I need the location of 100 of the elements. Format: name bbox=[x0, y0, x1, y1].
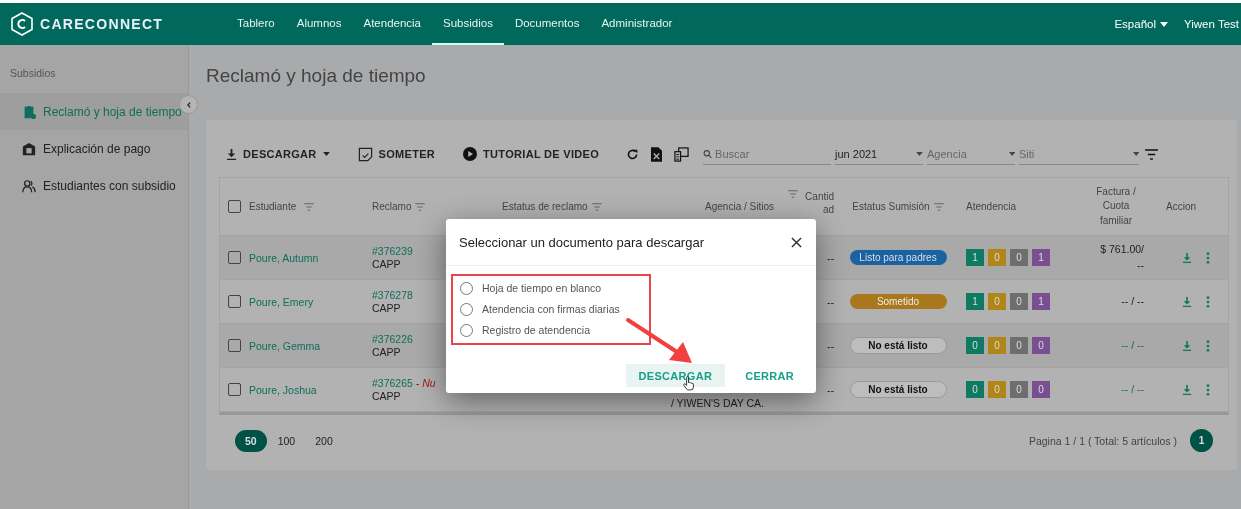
select-all-checkbox[interactable] bbox=[228, 200, 241, 213]
caret-icon bbox=[916, 151, 924, 156]
download-icon[interactable] bbox=[1182, 340, 1192, 351]
page-size-option[interactable]: 200 bbox=[306, 429, 342, 452]
caret-icon bbox=[1008, 151, 1016, 156]
nav-tab[interactable]: Alumnos bbox=[285, 3, 353, 45]
more-icon[interactable] bbox=[1206, 251, 1210, 264]
play-icon bbox=[463, 147, 478, 161]
attendance-count: 0 bbox=[966, 337, 984, 354]
search-field[interactable]: Buscar bbox=[715, 147, 832, 160]
more-icon[interactable] bbox=[1206, 295, 1210, 308]
caret-icon bbox=[1132, 151, 1140, 156]
invoice-text: -- / -- bbox=[1121, 337, 1144, 353]
language-menu[interactable]: Español bbox=[1114, 18, 1168, 30]
attendance-count: 0 bbox=[988, 337, 1006, 354]
chevron-left-icon bbox=[184, 100, 193, 109]
claim-note: - Nu bbox=[414, 376, 436, 389]
nav-tab[interactable]: Documentos bbox=[503, 3, 591, 45]
clipboard-icon bbox=[22, 104, 36, 119]
column-header: Estudiante bbox=[249, 201, 297, 212]
refresh-icon[interactable] bbox=[626, 147, 640, 161]
brand-name: CARECONNECT bbox=[40, 16, 164, 32]
filter-icon[interactable] bbox=[1145, 148, 1159, 160]
column-header: Factura / Cuota familiar bbox=[1095, 184, 1137, 228]
amount-text: -- bbox=[827, 339, 834, 352]
column-header: Cantidad bbox=[804, 190, 834, 216]
row-checkbox[interactable] bbox=[228, 295, 241, 308]
column-header: Reclamo bbox=[372, 201, 412, 212]
attendance-count: 0 bbox=[1010, 381, 1028, 398]
radio-option[interactable]: Hoja de tiempo en blanco bbox=[460, 279, 649, 297]
toolbar-button[interactable]: TUTORIAL DE VIDEO bbox=[456, 147, 607, 161]
status-badge: No está listo bbox=[849, 381, 947, 398]
nav-tab[interactable]: Atendencia bbox=[352, 3, 432, 45]
attendance-count: 0 bbox=[966, 381, 984, 398]
logo-icon bbox=[10, 12, 34, 36]
attendance-count: 1 bbox=[966, 293, 984, 310]
site-select[interactable]: Siti bbox=[1019, 147, 1130, 160]
building-icon bbox=[22, 141, 36, 156]
invoice-text: -- / -- bbox=[1121, 293, 1144, 309]
radio-option[interactable]: Atendencia con firmas diarias bbox=[460, 300, 649, 318]
user-menu[interactable]: Yiwen Test bbox=[1184, 18, 1239, 30]
sidebar-heading: Subsidios bbox=[9, 67, 57, 81]
download-icon[interactable] bbox=[1182, 296, 1192, 307]
amount-text: -- bbox=[827, 251, 834, 264]
attendance-count: 0 bbox=[1010, 293, 1028, 310]
people-icon bbox=[22, 178, 36, 193]
nav-tab[interactable]: Administrador bbox=[590, 3, 684, 45]
invoice-text: $ 761.00/ -- bbox=[1100, 242, 1144, 273]
row-checkbox[interactable] bbox=[228, 383, 241, 396]
dialog-title: Seleccionar un documento para descargar bbox=[459, 234, 704, 250]
sidebar-item[interactable]: Explicación de pago bbox=[0, 130, 188, 167]
page-title: Reclamó y hoja de tiempo bbox=[206, 65, 427, 87]
attendance-count: 0 bbox=[988, 293, 1006, 310]
column-header: Atendencia bbox=[966, 201, 1017, 212]
attendance-count: 0 bbox=[1032, 337, 1050, 354]
page-button[interactable]: 1 bbox=[1190, 429, 1213, 452]
agency-text: / YIWEN'S DAY CA. bbox=[670, 397, 764, 411]
attendance-count: 0 bbox=[988, 381, 1006, 398]
amount-text: -- bbox=[827, 383, 834, 396]
program-text: CAPP bbox=[372, 257, 401, 271]
column-header: Estatus Sumisión bbox=[852, 201, 930, 212]
download-icon[interactable] bbox=[1182, 384, 1192, 395]
download-icon[interactable] bbox=[1182, 252, 1192, 263]
invoice-text: -- / -- bbox=[1121, 381, 1144, 397]
page-size-option[interactable]: 100 bbox=[268, 429, 305, 452]
sidebar-item[interactable]: Estudiantes con subsidio bbox=[0, 167, 188, 204]
download-icon bbox=[226, 148, 237, 160]
excel-icon[interactable] bbox=[651, 146, 663, 162]
program-text: CAPP bbox=[372, 345, 401, 359]
attendance-count: 1 bbox=[1032, 249, 1050, 266]
signed-note-icon bbox=[357, 146, 373, 162]
attendance-count: 0 bbox=[1010, 249, 1028, 266]
more-icon[interactable] bbox=[1206, 339, 1210, 352]
close-icon[interactable] bbox=[791, 236, 802, 248]
month-select[interactable]: jun 2021 bbox=[835, 143, 924, 165]
agency-select[interactable]: Agencia bbox=[927, 147, 1006, 160]
row-checkbox[interactable] bbox=[228, 251, 241, 264]
attendance-count: 1 bbox=[966, 249, 984, 266]
columns-icon[interactable] bbox=[674, 146, 690, 162]
program-text: CAPP bbox=[372, 389, 401, 403]
status-badge: Listo para padres bbox=[849, 250, 947, 265]
status-badge: No está listo bbox=[849, 337, 947, 354]
row-checkbox[interactable] bbox=[228, 339, 241, 352]
toolbar-button[interactable]: DESCARGAR bbox=[219, 148, 337, 160]
status-badge: Sometido bbox=[849, 294, 947, 309]
caret-icon bbox=[1160, 21, 1168, 27]
amount-text: -- bbox=[827, 295, 834, 308]
program-text: CAPP bbox=[372, 301, 401, 315]
search-icon bbox=[703, 148, 713, 159]
attendance-count: 0 bbox=[1032, 381, 1050, 398]
toolbar-button[interactable]: SOMETER bbox=[350, 146, 443, 162]
more-icon[interactable] bbox=[1206, 383, 1210, 396]
caret-icon bbox=[322, 152, 330, 156]
attendance-count: 0 bbox=[1010, 337, 1028, 354]
attendance-count: 1 bbox=[1032, 293, 1050, 310]
column-header: Accion bbox=[1166, 201, 1196, 212]
page-size-option[interactable]: 50 bbox=[235, 429, 267, 452]
nav-tab[interactable]: Tablero bbox=[226, 3, 286, 45]
radio-option[interactable]: Registro de atendencia bbox=[460, 321, 649, 339]
close-button[interactable]: CERRAR bbox=[737, 364, 802, 387]
